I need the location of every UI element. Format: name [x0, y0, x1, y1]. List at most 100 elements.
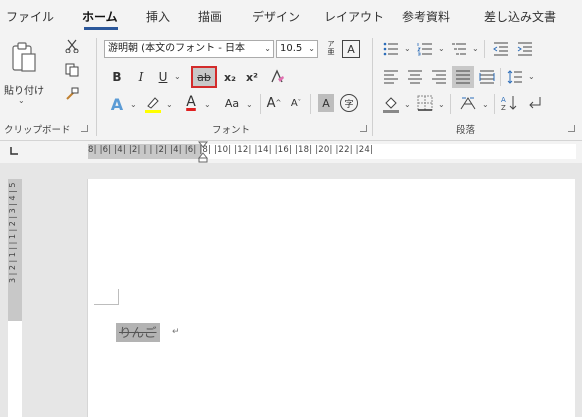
underline-button[interactable]: U — [156, 68, 170, 86]
line-spacing-icon — [507, 70, 522, 84]
multilevel-dropdown-icon[interactable]: ⌄ — [472, 44, 479, 53]
superscript-button[interactable]: x² — [244, 68, 260, 86]
borders-button[interactable] — [416, 94, 434, 112]
document-canvas: 3 | 2 | 1 | | 1 | 2 | 3 | 4 | 5 りんご ↵ — [0, 163, 582, 417]
asian-layout-button[interactable] — [458, 94, 478, 112]
paint-bucket-icon — [383, 97, 399, 113]
strikethrough-button[interactable]: ab — [191, 66, 217, 88]
decrease-indent-button[interactable] — [492, 40, 510, 58]
font-name-combo[interactable]: 游明朝 (本文のフォント - 日本 ⌄ — [104, 40, 274, 58]
text-effects-dropdown-icon[interactable]: ⌄ — [130, 100, 137, 109]
inline-divider — [260, 94, 261, 114]
shading-button[interactable] — [382, 94, 400, 114]
align-left-icon — [384, 70, 398, 84]
font-size-combo[interactable]: 10.5 ⌄ — [276, 40, 318, 58]
highlighter-icon — [145, 97, 161, 113]
decrease-indent-icon — [493, 42, 508, 56]
document-page[interactable] — [87, 179, 575, 417]
phonetic-guide-button[interactable]: ア 亜 — [324, 38, 338, 58]
sort-button[interactable]: AZ — [500, 94, 518, 112]
tab-mailings[interactable]: 差し込み文書 — [484, 8, 556, 25]
justify-button[interactable] — [452, 66, 474, 88]
increase-indent-button[interactable] — [516, 40, 534, 58]
format-painter-button[interactable] — [64, 86, 80, 102]
change-case-dropdown-icon[interactable]: ⌄ — [246, 100, 253, 109]
inline-divider — [500, 68, 501, 86]
numbering-button[interactable] — [416, 40, 434, 58]
align-center-button[interactable] — [406, 68, 424, 86]
distributed-button[interactable] — [478, 68, 496, 86]
font-color-button[interactable]: A — [182, 92, 200, 112]
justify-icon — [456, 70, 470, 84]
tab-file[interactable]: ファイル — [6, 8, 54, 25]
clipboard-launcher-icon[interactable] — [81, 125, 88, 132]
italic-button[interactable]: I — [134, 68, 148, 86]
borders-icon — [417, 95, 433, 111]
change-case-button[interactable]: Aa — [218, 94, 246, 112]
asian-layout-icon — [460, 97, 476, 110]
multilevel-list-button[interactable] — [450, 40, 468, 58]
font-launcher-icon[interactable] — [360, 125, 367, 132]
horizontal-ruler-scale: 8| |6| |4| |2| | | |2| |4| |6| |8| |10| … — [88, 145, 374, 155]
align-right-button[interactable] — [430, 68, 448, 86]
copy-icon — [65, 63, 79, 77]
tab-selector-icon[interactable] — [8, 145, 20, 157]
align-center-icon — [408, 70, 422, 84]
numbering-icon — [417, 43, 432, 56]
highlight-dropdown-icon[interactable]: ⌄ — [166, 100, 173, 109]
tab-draw[interactable]: 描画 — [198, 8, 222, 25]
highlight-button[interactable] — [144, 94, 162, 114]
paragraph-launcher-icon[interactable] — [568, 125, 575, 132]
line-spacing-dropdown-icon[interactable]: ⌄ — [528, 72, 535, 81]
grow-font-button[interactable]: A ^ — [266, 94, 282, 112]
font-color-dropdown-icon[interactable]: ⌄ — [204, 100, 211, 109]
copy-button[interactable] — [64, 62, 80, 78]
tab-references[interactable]: 参考資料 — [402, 8, 450, 25]
selected-text[interactable]: りんご — [116, 323, 160, 342]
paste-icon — [12, 42, 36, 72]
paragraph-mark-icon — [529, 97, 541, 109]
cut-button[interactable] — [64, 38, 80, 54]
indent-marker-icon — [197, 141, 209, 163]
shading-dropdown-icon[interactable]: ⌄ — [404, 100, 411, 109]
char-shading-button[interactable]: A — [318, 94, 334, 112]
paste-button[interactable] — [8, 40, 40, 76]
show-marks-button[interactable] — [526, 94, 544, 112]
text-effects-button[interactable]: A — [108, 94, 126, 114]
scissors-icon — [65, 39, 79, 53]
group-divider — [372, 38, 373, 136]
ribbon-tab-bar: ファイル ホーム 挿入 描画 デザイン レイアウト 参考資料 差し込み文書 — [0, 0, 582, 30]
tab-home[interactable]: ホーム — [82, 8, 118, 25]
vertical-ruler-scale: 3 | 2 | 1 | | 1 | 2 | 3 | 4 | 5 — [8, 183, 17, 284]
char-border-button[interactable]: A — [342, 40, 360, 58]
shrink-font-label: A — [290, 97, 298, 109]
line-spacing-button[interactable] — [506, 68, 524, 86]
shrink-font-button[interactable]: Aˇ — [288, 94, 304, 112]
enclose-char-button[interactable]: 字 — [340, 94, 358, 112]
sort-icon: AZ — [501, 96, 517, 111]
tab-layout[interactable]: レイアウト — [324, 8, 384, 25]
tab-design[interactable]: デザイン — [252, 8, 300, 25]
clear-formatting-icon — [271, 69, 284, 83]
increase-indent-icon — [517, 42, 532, 56]
asian-layout-dropdown-icon[interactable]: ⌄ — [482, 100, 489, 109]
paste-dropdown-icon[interactable]: ⌄ — [18, 96, 25, 105]
align-left-button[interactable] — [382, 68, 400, 86]
bullets-dropdown-icon[interactable]: ⌄ — [404, 44, 411, 53]
tab-insert[interactable]: 挿入 — [146, 8, 170, 25]
align-right-icon — [432, 70, 446, 84]
font-size-value: 10.5 — [280, 43, 303, 54]
paragraph-mark: ↵ — [172, 327, 180, 337]
borders-dropdown-icon[interactable]: ⌄ — [438, 100, 445, 109]
clear-formatting-button[interactable] — [268, 68, 286, 86]
paste-label[interactable]: 貼り付け — [4, 82, 44, 97]
underline-dropdown-icon[interactable]: ⌄ — [174, 72, 181, 81]
subscript-button[interactable]: x₂ — [222, 68, 238, 86]
inline-divider — [310, 94, 311, 114]
ruler-bar: 8| |6| |4| |2| | | |2| |4| |6| |8| |10| … — [0, 141, 582, 163]
clipboard-group-label: クリップボード — [4, 125, 71, 136]
bullets-button[interactable] — [382, 40, 400, 58]
group-divider — [96, 38, 97, 136]
bold-button[interactable]: B — [110, 68, 124, 86]
numbering-dropdown-icon[interactable]: ⌄ — [438, 44, 445, 53]
